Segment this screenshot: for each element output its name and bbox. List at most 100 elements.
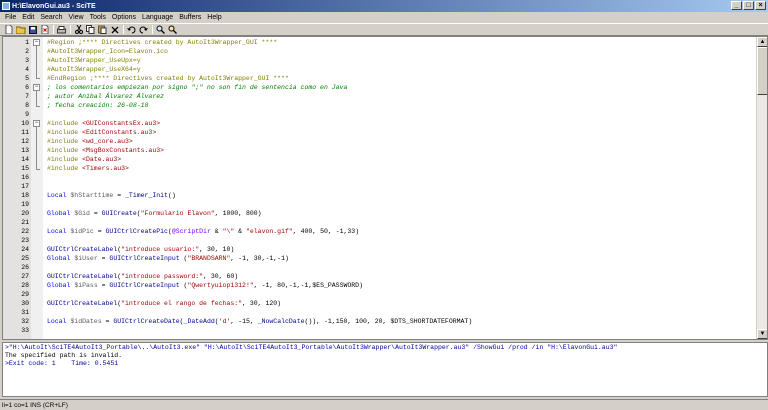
code-token: _DateAdd	[183, 318, 215, 325]
maximize-button[interactable]: □	[743, 1, 754, 10]
code-text: #include <GUIConstantsEx.au3>	[47, 119, 160, 128]
toolbar	[0, 23, 768, 36]
line-number: 25	[21, 255, 29, 262]
paste-icon[interactable]	[97, 25, 108, 35]
code-line[interactable]: 29	[3, 290, 757, 299]
output-pane[interactable]: >"H:\AutoIt\SciTE4AutoIt3_Portable\..\Au…	[2, 342, 768, 397]
scite-app-icon[interactable]	[2, 2, 10, 10]
code-line[interactable]: 33	[3, 326, 757, 335]
code-token: Local	[47, 192, 71, 199]
code-token: #include	[47, 165, 83, 172]
cut-icon[interactable]	[73, 25, 84, 35]
menu-edit[interactable]: Edit	[19, 14, 37, 21]
code-text: GUICtrlCreateLabel("introduce el rango d…	[47, 299, 281, 308]
code-token: , -1, 80,-1,-1,$ES_PASSWORD)	[253, 282, 363, 289]
find-icon[interactable]	[155, 25, 166, 35]
undo-icon[interactable]	[126, 25, 137, 35]
code-token: , 1000, 800)	[214, 210, 262, 217]
line-number: 13	[21, 147, 29, 154]
code-token: =	[89, 210, 102, 217]
code-editor[interactable]: − − − 1 #Region ;**** Directives created …	[2, 36, 768, 340]
code-text: #Region ;**** Directives created by Auto…	[47, 38, 277, 47]
code-lines: 1 #Region ;**** Directives created by Aut…	[3, 38, 757, 335]
code-text: #AutoIt3Wrapper_UseUpx=y	[47, 56, 141, 65]
line-number: 2	[25, 48, 29, 55]
redo-icon[interactable]	[138, 25, 149, 35]
open-file-icon[interactable]	[15, 25, 26, 35]
code-token: =	[97, 255, 110, 262]
line-number: 1	[25, 39, 29, 46]
code-line[interactable]: 19	[3, 200, 757, 209]
code-line[interactable]: 23	[3, 236, 757, 245]
output-error-line: The specified path is invalid.	[5, 352, 123, 359]
line-number: 3	[25, 57, 29, 64]
code-token: "introduce el rango de fechas:"	[121, 300, 243, 307]
line-number: 17	[21, 183, 29, 190]
print-icon[interactable]	[56, 25, 67, 35]
line-number: 32	[21, 318, 29, 325]
save-icon[interactable]	[27, 25, 38, 35]
code-token: =	[97, 282, 110, 289]
copy-icon[interactable]	[85, 25, 96, 35]
replace-icon[interactable]	[167, 25, 178, 35]
code-text: #AutoIt3Wrapper_Icon=Elavon.ico	[47, 47, 168, 56]
scroll-down-icon[interactable]: ▼	[757, 329, 767, 339]
code-token: #include	[47, 138, 83, 145]
menu-tools[interactable]: Tools	[87, 14, 109, 21]
menu-buffers[interactable]: Buffers	[176, 14, 204, 21]
code-token: "introduce usuario:"	[121, 246, 200, 253]
menu-language[interactable]: Language	[139, 14, 176, 21]
code-token: =	[93, 228, 106, 235]
menu-help[interactable]: Help	[204, 14, 224, 21]
toolbar-separator	[152, 25, 153, 34]
code-token: <Date.au3>	[82, 156, 122, 163]
close-button[interactable]: ×	[755, 1, 766, 10]
title-bar: H:\ElavonGui.au3 - SciTE _ □ ×	[0, 0, 768, 12]
code-token: GUICtrlCreateLabel	[47, 273, 118, 280]
code-line[interactable]: 9	[3, 110, 757, 119]
code-token: =	[113, 192, 126, 199]
code-line[interactable]: 21	[3, 218, 757, 227]
code-token: , 400, 50, -1,33)	[292, 228, 360, 235]
code-line[interactable]: 31	[3, 308, 757, 317]
delete-icon[interactable]	[109, 25, 120, 35]
code-line[interactable]: 26	[3, 263, 757, 272]
code-line[interactable]: 16	[3, 173, 757, 182]
line-number: 7	[25, 93, 29, 100]
code-token: "elavon.gif"	[245, 228, 293, 235]
code-token: ; los comentarios empiezan por signo ";"…	[47, 84, 348, 91]
menu-file[interactable]: File	[2, 14, 19, 21]
code-text: #include <MsgBoxConstants.au3>	[47, 146, 164, 155]
code-token: ; fecha creación: 26-08-18	[47, 102, 149, 109]
new-file-icon[interactable]	[3, 25, 14, 35]
minimize-button[interactable]: _	[731, 1, 742, 10]
code-token: GUICtrlCreateLabel	[47, 300, 118, 307]
menu-view[interactable]: View	[66, 14, 87, 21]
line-number: 28	[21, 282, 29, 289]
scroll-thumb[interactable]	[757, 47, 767, 95]
code-token: <GUIConstantsEx.au3>	[82, 120, 161, 127]
output-command-line: >"H:\AutoIt\SciTE4AutoIt3_Portable\..\Au…	[5, 344, 618, 351]
code-token: $hStarttime	[70, 192, 114, 199]
line-number: 24	[21, 246, 29, 253]
code-token: ()), -1,150, 100, 20, $DTS_SHORTDATEFORM…	[304, 318, 473, 325]
code-text: #include <Timers.au3>	[47, 164, 129, 173]
code-token: <Timers.au3>	[82, 165, 129, 172]
code-token: #include	[47, 156, 83, 163]
code-token: "introduce password:"	[121, 273, 204, 280]
menu-options[interactable]: Options	[109, 14, 139, 21]
line-number: 22	[21, 228, 29, 235]
scroll-up-icon[interactable]: ▲	[757, 37, 767, 47]
code-text: #include <EditConstants.au3>	[47, 128, 156, 137]
vertical-scrollbar[interactable]: ▲ ▼	[756, 37, 767, 339]
line-number: 16	[21, 174, 29, 181]
menu-search[interactable]: Search	[37, 14, 65, 21]
code-token: #include	[47, 120, 83, 127]
code-token: &	[234, 228, 246, 235]
code-token: #EndRegion ;**** Directives created by A…	[47, 75, 289, 82]
close-file-icon[interactable]	[39, 25, 50, 35]
code-token: #include	[47, 147, 83, 154]
code-text: Local $idDates = GUICtrlCreateDate(_Date…	[47, 317, 472, 326]
code-token: #AutoIt3Wrapper_UseUpx=y	[47, 57, 141, 64]
code-line[interactable]: 17	[3, 182, 757, 191]
